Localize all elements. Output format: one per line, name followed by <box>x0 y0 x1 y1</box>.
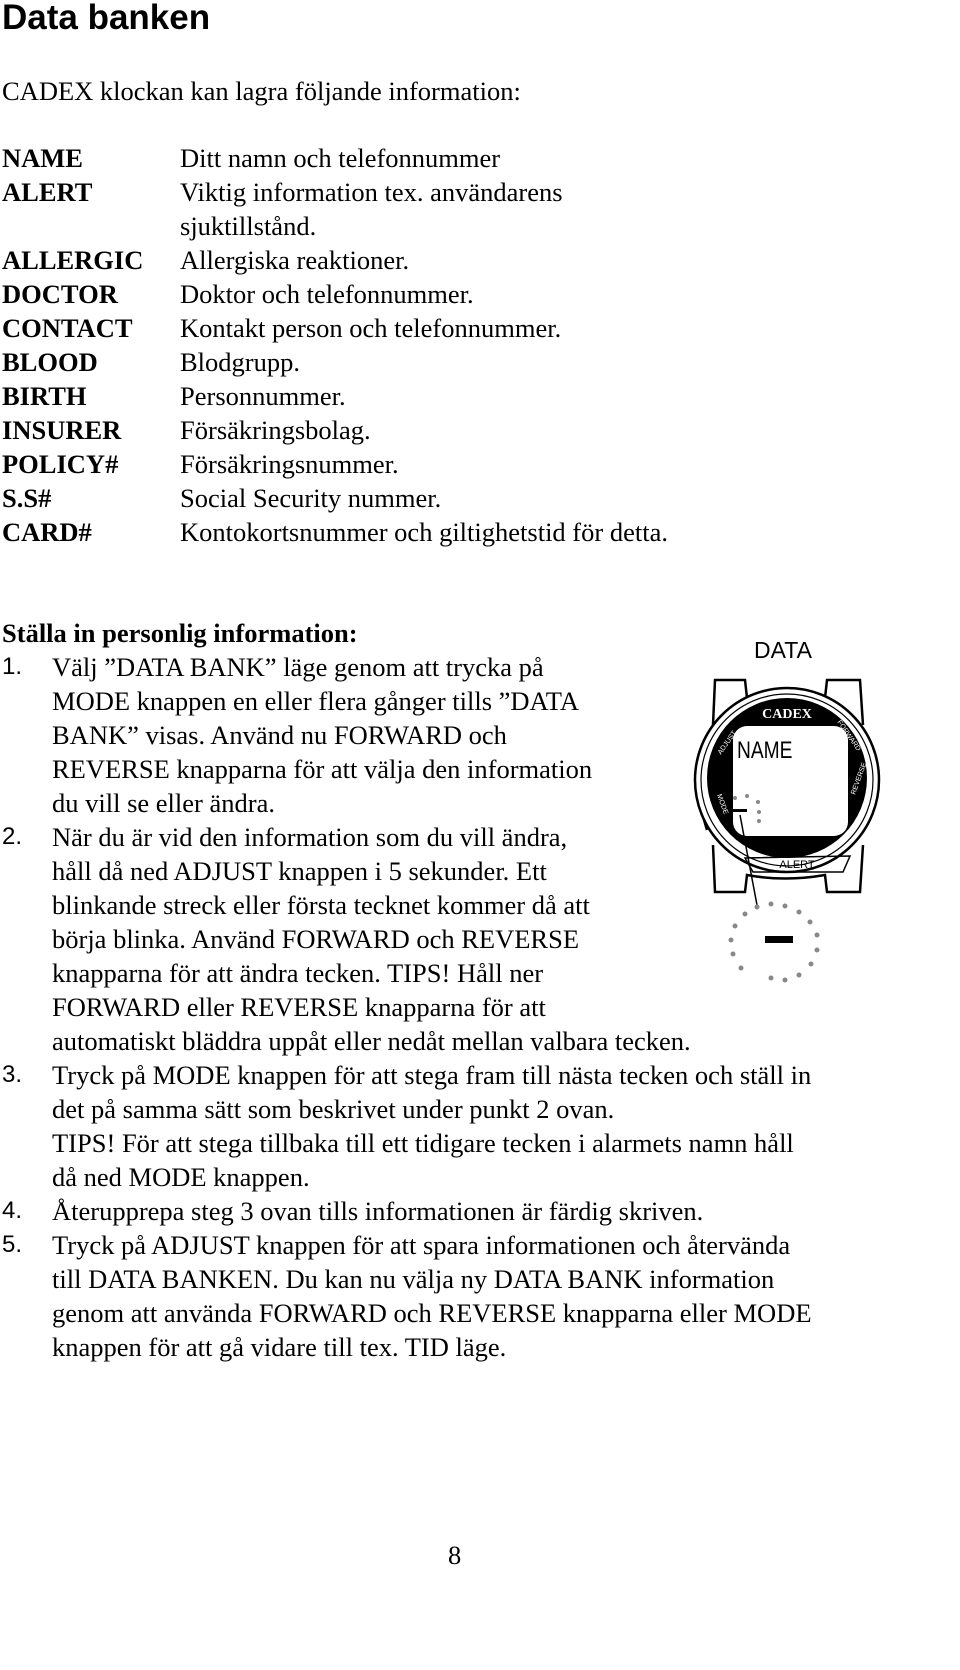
definition-term: BIRTH <box>2 381 87 411</box>
step-text-line: TIPS! För att stega tillbaka till ett ti… <box>52 1128 794 1158</box>
step-number: 3. <box>2 1061 23 1088</box>
step-text-line: När du är vid den information som du vil… <box>52 822 568 852</box>
page-title: Data banken <box>2 0 211 37</box>
step-text-line: genom att använda FORWARD och REVERSE kn… <box>52 1298 812 1328</box>
step-text-line: Tryck på ADJUST knappen för att spara in… <box>52 1230 791 1260</box>
step-text-line: FORWARD eller REVERSE knapparna för att <box>52 992 546 1022</box>
definition-description: Försäkringsnummer. <box>180 449 399 479</box>
definition-description: sjuktillstånd. <box>180 211 317 241</box>
definition-description: Ditt namn och telefonnummer <box>180 143 501 173</box>
step-text-line: knappen för att gå vidare till tex. TID … <box>52 1332 507 1362</box>
step-text-line: håll då ned ADJUST knappen i 5 sekunder.… <box>52 856 547 886</box>
step-text-line: automatiskt bläddra uppåt eller nedåt me… <box>52 1026 691 1056</box>
step-number: 4. <box>2 1197 23 1224</box>
document-page: Data banken CADEX klockan kan lagra följ… <box>0 0 960 1670</box>
definition-term: POLICY# <box>2 449 119 479</box>
step-text-line: Välj ”DATA BANK” läge genom att trycka p… <box>52 652 544 682</box>
definition-description: Doktor och telefonnummer. <box>180 279 474 309</box>
definition-term: ALERT <box>2 177 93 207</box>
step-text-line: du vill se eller ändra. <box>52 788 275 818</box>
watch-mode-label: DATA <box>754 637 813 663</box>
definition-description: Personnummer. <box>180 381 346 411</box>
definition-description: Kontokortsnummer och giltighetstid för d… <box>180 517 668 547</box>
step-text-line: BANK” visas. Använd nu FORWARD och <box>52 720 507 750</box>
definition-term: NAME <box>2 143 83 173</box>
step-text-line: Återupprepa steg 3 ovan tills informatio… <box>52 1196 704 1226</box>
definition-term: S.S# <box>2 483 52 513</box>
step-text-line: till DATA BANKEN. Du kan nu välja ny DAT… <box>52 1264 775 1294</box>
step-text-line: det på samma sätt som beskrivet under pu… <box>52 1094 615 1124</box>
step-number: 5. <box>2 1231 23 1258</box>
step-text-line: Tryck på MODE knappen för att stega fram… <box>52 1060 812 1090</box>
definition-description: Försäkringsbolag. <box>180 415 371 445</box>
section-heading: Ställa in personlig information: <box>2 618 358 648</box>
step-text-line: MODE knappen en eller flera gånger tills… <box>52 686 579 716</box>
definition-term: INSURER <box>2 415 122 445</box>
definition-term: CARD# <box>2 517 92 547</box>
definition-description: Kontakt person och telefonnummer. <box>180 313 562 343</box>
page-number: 8 <box>448 1540 462 1570</box>
step-text-line: knapparna för att ändra tecken. TIPS! Hå… <box>52 958 544 988</box>
watch-brand: CADEX <box>762 707 812 722</box>
step-text-line: börja blinka. Använd FORWARD och REVERSE <box>52 924 580 954</box>
definition-term: BLOOD <box>2 347 98 377</box>
definition-description: Social Security nummer. <box>180 483 442 513</box>
step-number: 1. <box>2 653 23 680</box>
step-text-line: REVERSE knapparna för att välja den info… <box>52 754 593 784</box>
step-text-line: blinkande streck eller första tecknet ko… <box>52 890 590 920</box>
definition-term: DOCTOR <box>2 279 118 309</box>
step-number: 2. <box>2 823 23 850</box>
watch-alert-label: ALERT <box>779 859 815 871</box>
definition-term: CONTACT <box>2 313 133 343</box>
definition-description: Allergiska reaktioner. <box>180 245 410 275</box>
definition-term: ALLERGIC <box>2 245 144 275</box>
definition-description: Viktig information tex. användarens <box>180 177 563 207</box>
step-text-line: då ned MODE knappen. <box>52 1162 310 1192</box>
watch-display: NAME <box>737 736 792 764</box>
watch-illustration: DATA CADEX NAME ADJUST FORWARD MODE REVE… <box>693 637 881 983</box>
intro-text: CADEX klockan kan lagra följande informa… <box>2 76 521 106</box>
definition-description: Blodgrupp. <box>180 347 300 377</box>
